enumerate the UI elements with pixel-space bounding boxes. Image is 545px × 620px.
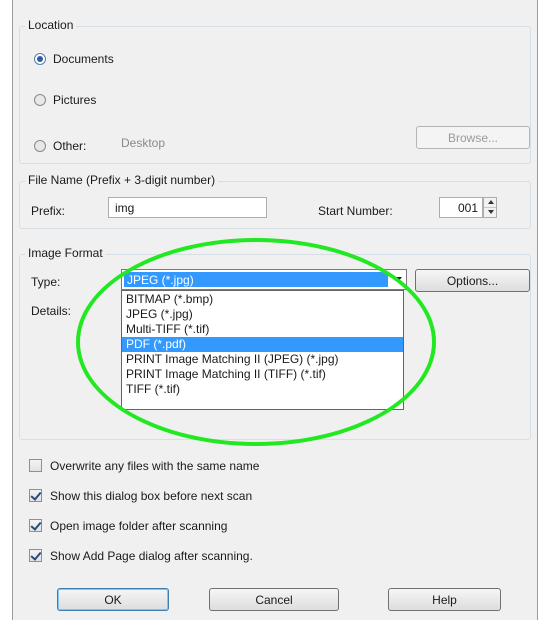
start-number-stepper[interactable] bbox=[483, 197, 497, 218]
pictures-label: Pictures bbox=[53, 93, 97, 107]
cancel-button[interactable]: Cancel bbox=[209, 588, 339, 611]
other-label: Other: bbox=[53, 139, 87, 153]
browse-button[interactable]: Browse... bbox=[416, 126, 530, 149]
prefix-label: Prefix: bbox=[31, 204, 66, 218]
type-option[interactable]: PRINT Image Matching II (JPEG) (*.jpg) bbox=[122, 352, 403, 367]
file-save-settings-dialog: Location Documents Pictures Other: Deskt… bbox=[12, 0, 538, 620]
type-dropdown-list: BITMAP (*.bmp) JPEG (*.jpg) Multi-TIFF (… bbox=[121, 290, 404, 410]
help-button[interactable]: Help bbox=[388, 588, 501, 611]
options-button[interactable]: Options... bbox=[415, 269, 530, 292]
add-page-label: Show Add Page dialog after scanning. bbox=[50, 549, 253, 563]
overwrite-label: Overwrite any files with the same name bbox=[50, 459, 260, 473]
type-option-highlighted[interactable]: PDF (*.pdf) bbox=[122, 337, 403, 352]
open-folder-checkbox[interactable] bbox=[29, 519, 42, 532]
start-number-input[interactable] bbox=[439, 197, 483, 218]
stepper-up-icon[interactable] bbox=[484, 198, 496, 208]
type-option[interactable]: JPEG (*.jpg) bbox=[122, 307, 403, 322]
documents-radio[interactable] bbox=[34, 53, 46, 65]
add-page-checkbox[interactable] bbox=[29, 549, 42, 562]
type-option[interactable]: TIFF (*.tif) bbox=[122, 382, 403, 397]
overwrite-checkbox[interactable] bbox=[29, 459, 42, 472]
file-name-group-label: File Name (Prefix + 3-digit number) bbox=[25, 173, 219, 187]
type-option[interactable]: BITMAP (*.bmp) bbox=[122, 292, 403, 307]
type-option[interactable]: Multi-TIFF (*.tif) bbox=[122, 322, 403, 337]
show-dialog-label: Show this dialog box before next scan bbox=[50, 489, 253, 503]
type-label: Type: bbox=[31, 275, 61, 289]
pictures-radio[interactable] bbox=[34, 94, 46, 106]
documents-label: Documents bbox=[53, 52, 114, 66]
ok-button[interactable]: OK bbox=[57, 588, 169, 611]
stepper-down-icon[interactable] bbox=[484, 208, 496, 218]
image-format-group-label: Image Format bbox=[25, 246, 106, 260]
prefix-input[interactable] bbox=[108, 197, 267, 218]
type-option[interactable]: PRINT Image Matching II (TIFF) (*.tif) bbox=[122, 367, 403, 382]
location-group-label: Location bbox=[25, 18, 77, 32]
chevron-down-icon[interactable] bbox=[394, 277, 402, 282]
type-select[interactable]: JPEG (*.jpg) bbox=[121, 269, 407, 290]
open-folder-label: Open image folder after scanning bbox=[50, 519, 228, 533]
details-label: Details: bbox=[31, 304, 72, 318]
show-dialog-checkbox[interactable] bbox=[29, 489, 42, 502]
other-path-value: Desktop bbox=[121, 136, 166, 150]
start-number-label: Start Number: bbox=[318, 204, 393, 218]
other-radio[interactable] bbox=[34, 140, 46, 152]
type-select-value: JPEG (*.jpg) bbox=[124, 272, 388, 287]
